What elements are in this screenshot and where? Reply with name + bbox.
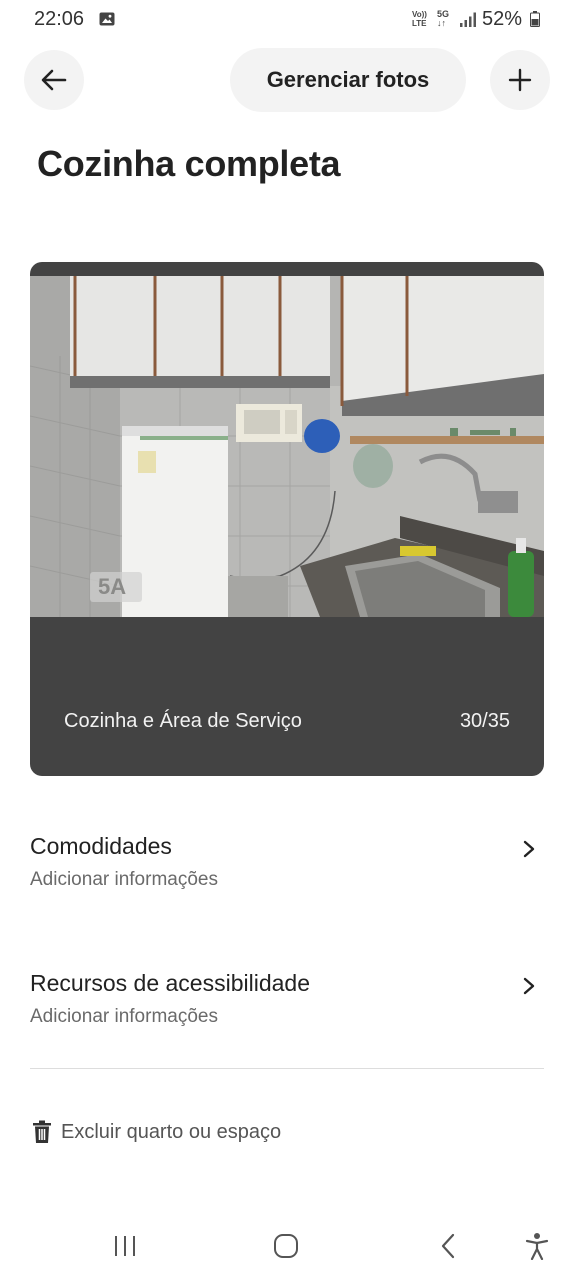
photo-card[interactable]: 5A Cozinha e Área de Serviço 30/35: [30, 262, 544, 776]
status-bar: 22:06 Vo)) LTE 5G ↓↑ 52%: [0, 0, 574, 40]
battery-percent: 52%: [482, 8, 523, 30]
status-time: 22:06: [34, 8, 85, 30]
home-icon: [274, 1234, 298, 1258]
add-photo-button[interactable]: [490, 50, 550, 110]
recent-apps-button[interactable]: [105, 1229, 145, 1263]
accessibility-features-row[interactable]: Recursos de acessibilidade Adicionar inf…: [30, 970, 544, 1050]
volte-icon: Vo)) LTE: [412, 10, 427, 28]
back-icon: [441, 1233, 455, 1259]
recent-apps-icon: [115, 1236, 135, 1256]
accessibility-button[interactable]: [517, 1229, 557, 1263]
arrow-left-icon: [41, 69, 67, 91]
delete-room-label: Excluir quarto ou espaço: [61, 1120, 282, 1143]
amenities-title: Comodidades: [30, 833, 172, 859]
accessibility-features-title: Recursos de acessibilidade: [30, 970, 310, 996]
image-notification-icon: [99, 12, 115, 26]
photo-counter: 30/35: [459, 710, 510, 732]
plus-icon: [508, 68, 532, 92]
trash-icon: [33, 1120, 51, 1143]
photo-caption: Cozinha e Área de Serviço: [64, 710, 302, 732]
amenities-subtitle: Adicionar informações: [30, 869, 218, 890]
accessibility-icon: [525, 1233, 549, 1260]
divider: [30, 1068, 544, 1069]
photo-watermark: 5A: [98, 574, 127, 599]
5g-icon: 5G ↓↑: [437, 9, 450, 28]
home-button[interactable]: [266, 1229, 306, 1263]
kitchen-photo[interactable]: 5A: [30, 276, 544, 617]
accessibility-features-subtitle: Adicionar informações: [30, 1006, 218, 1027]
battery-icon: [530, 11, 540, 27]
nav-back-button[interactable]: [428, 1229, 468, 1263]
signal-icon: [460, 12, 476, 27]
back-button[interactable]: [24, 50, 84, 110]
manage-photos-button[interactable]: Gerenciar fotos: [230, 48, 466, 112]
amenities-row[interactable]: Comodidades Adicionar informações: [30, 833, 544, 913]
page-title: Cozinha completa: [37, 143, 341, 184]
system-nav-bar: [0, 1215, 574, 1280]
chevron-right-icon: [523, 977, 535, 995]
kitchen-photo-image: [30, 276, 544, 617]
delete-room-button[interactable]: Excluir quarto ou espaço: [32, 1118, 281, 1146]
chevron-right-icon: [523, 840, 535, 858]
